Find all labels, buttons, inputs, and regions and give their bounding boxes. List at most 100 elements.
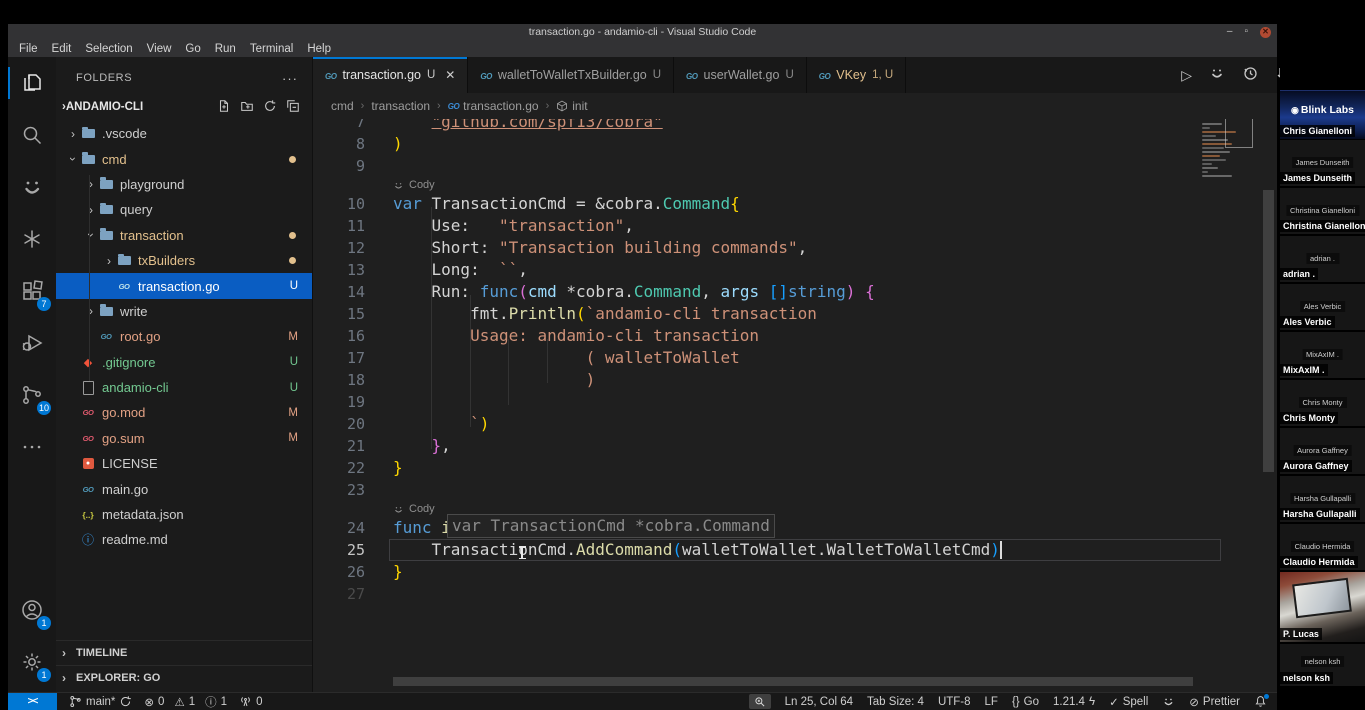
extensions-icon[interactable]: 7 xyxy=(8,265,56,317)
tab-transaction.go[interactable]: GOtransaction.goU✕ xyxy=(313,57,468,93)
code-line[interactable]: 14 Run: func(cmd *cobra.Command, args []… xyxy=(313,281,1277,303)
tree-item-write[interactable]: ›write xyxy=(56,299,312,324)
breadcrumb-item-cmd[interactable]: cmd xyxy=(331,99,354,113)
participant-tile-6[interactable]: MixAxIM .MixAxIM . xyxy=(1280,332,1365,378)
maximize-button[interactable]: ▫ xyxy=(1244,24,1248,40)
tree-item-transaction-go[interactable]: GOtransaction.goU xyxy=(56,273,312,298)
accounts-icon[interactable]: 1 xyxy=(8,584,56,636)
project-section-header[interactable]: › ANDAMIO-CLI xyxy=(56,93,312,121)
code-line[interactable]: 8) xyxy=(313,133,1277,155)
settings-gear-icon[interactable]: 1 xyxy=(8,636,56,688)
menu-item-view[interactable]: View xyxy=(140,43,179,55)
tree-item-andamio-cli[interactable]: andamio-cliU xyxy=(56,375,312,400)
participant-tile-10[interactable]: Claudio HermidaClaudio Hermida xyxy=(1280,524,1365,570)
source-control-graph-icon[interactable]: 10 xyxy=(8,369,56,421)
asterisk-icon[interactable] xyxy=(8,213,56,265)
code-line[interactable]: 17 ( walletToWallet xyxy=(313,347,1277,369)
tree-item-playground[interactable]: ›playground xyxy=(56,172,312,197)
run-file-icon[interactable]: ▷ xyxy=(1181,67,1192,84)
code-line[interactable]: 7 "github.com/spf13/cobra" xyxy=(313,119,1277,133)
new-file-icon[interactable] xyxy=(217,99,231,116)
code-line[interactable]: 20 `) xyxy=(313,413,1277,435)
code-line[interactable]: 22} xyxy=(313,457,1277,479)
participant-tile-11[interactable]: P. Lucas xyxy=(1280,572,1365,642)
cody-icon[interactable] xyxy=(8,161,56,213)
menu-item-terminal[interactable]: Terminal xyxy=(243,43,300,55)
cody-status-icon[interactable] xyxy=(1162,695,1175,708)
timeline-history-icon[interactable] xyxy=(1242,65,1258,86)
code-line[interactable]: 13 Long: ``, xyxy=(313,259,1277,281)
tree-item-metadata-json[interactable]: {..}metadata.json xyxy=(56,502,312,527)
problems-indicator[interactable]: ⊗0 ⚠1 ⓘ1 xyxy=(144,694,227,710)
tab-wallettowallettxbuilder.go[interactable]: GOwalletToWalletTxBuilder.goU xyxy=(468,57,674,93)
tree-item-txbuilders[interactable]: ›txBuilders xyxy=(56,248,312,273)
refresh-icon[interactable] xyxy=(263,99,277,116)
code-line[interactable]: 21 }, xyxy=(313,435,1277,457)
horizontal-scrollbar[interactable] xyxy=(393,677,1193,686)
participant-tile-5[interactable]: Ales VerbicAles Verbic xyxy=(1280,284,1365,330)
notifications-bell-icon[interactable] xyxy=(1254,695,1267,708)
cody-commands-icon[interactable] xyxy=(1209,65,1225,86)
run-debug-icon[interactable] xyxy=(8,317,56,369)
breadcrumb-item-init[interactable]: init xyxy=(556,99,587,113)
breadcrumb-item-transaction[interactable]: transaction xyxy=(371,99,430,113)
tree-item-license[interactable]: ●LICENSE xyxy=(56,451,312,476)
menu-item-go[interactable]: Go xyxy=(178,43,207,55)
participant-tile-12[interactable]: nelson kshnelson ksh xyxy=(1280,644,1365,686)
tree-item--vscode[interactable]: ›.vscode xyxy=(56,121,312,146)
eol[interactable]: LF xyxy=(985,696,998,708)
participant-tile-2[interactable]: James DunseithJames Dunseith xyxy=(1280,140,1365,186)
spell-checker[interactable]: ✓Spell xyxy=(1109,695,1148,709)
tree-item--gitignore[interactable]: ◆.gitignoreU xyxy=(56,350,312,375)
code-editor[interactable]: 7 "github.com/spf13/cobra"8)9Cody10var T… xyxy=(313,119,1277,692)
encoding[interactable]: UTF-8 xyxy=(938,696,971,708)
participant-tile-8[interactable]: Aurora GaffneyAurora Gaffney xyxy=(1280,428,1365,474)
close-button[interactable]: ✕ xyxy=(1260,27,1271,38)
tab-userwallet.go[interactable]: GOuserWallet.goU xyxy=(674,57,807,93)
tab-size[interactable]: Tab Size: 4 xyxy=(867,696,924,708)
go-version[interactable]: 1.21.4ϟ xyxy=(1053,696,1095,708)
tree-item-root-go[interactable]: GOroot.goM xyxy=(56,324,312,349)
tree-item-transaction[interactable]: ›transaction xyxy=(56,223,312,248)
code-line[interactable]: 23 xyxy=(313,479,1277,501)
tree-item-main-go[interactable]: GOmain.go xyxy=(56,476,312,501)
code-line[interactable]: 26} xyxy=(313,561,1277,583)
code-line[interactable]: 25 TransactionCmd.AddCommand(walletToWal… xyxy=(313,539,1277,561)
sidebar-more-icon[interactable]: ··· xyxy=(282,71,298,86)
participant-tile-9[interactable]: Harsha GullapalliHarsha Gullapalli xyxy=(1280,476,1365,522)
cody-codelens[interactable]: Cody xyxy=(393,177,435,193)
tree-item-go-sum[interactable]: GOgo.sumM xyxy=(56,426,312,451)
minimap-slider[interactable] xyxy=(1225,119,1253,148)
close-icon[interactable]: ✕ xyxy=(445,68,455,82)
menu-item-file[interactable]: File xyxy=(12,43,45,55)
code-line[interactable]: 18 ) xyxy=(313,369,1277,391)
code-line[interactable]: 12 Short: "Transaction building commands… xyxy=(313,237,1277,259)
vertical-scrollbar[interactable] xyxy=(1263,190,1274,472)
minimize-button[interactable]: – xyxy=(1227,24,1233,40)
remote-indicator[interactable]: >< xyxy=(8,693,57,710)
search-icon[interactable] xyxy=(8,109,56,161)
explorer-icon[interactable] xyxy=(8,57,56,109)
tree-item-cmd[interactable]: ›cmd xyxy=(56,146,312,171)
code-line[interactable]: 10var TransactionCmd = &cobra.Command{ xyxy=(313,193,1277,215)
code-line[interactable]: 11 Use: "transaction", xyxy=(313,215,1277,237)
tree-item-readme-md[interactable]: ⓘreadme.md xyxy=(56,527,312,552)
menu-item-run[interactable]: Run xyxy=(208,43,243,55)
code-line[interactable]: 27 xyxy=(313,583,1277,605)
code-line[interactable]: 16 Usage: andamio-cli transaction xyxy=(313,325,1277,347)
participant-tile-4[interactable]: adrian .adrian . xyxy=(1280,236,1365,282)
tree-item-go-mod[interactable]: GOgo.modM xyxy=(56,400,312,425)
ports-indicator[interactable]: 0 xyxy=(239,695,262,708)
participant-tile-7[interactable]: Chris MontyChris Monty xyxy=(1280,380,1365,426)
collapse-all-icon[interactable] xyxy=(286,99,300,116)
menu-item-help[interactable]: Help xyxy=(300,43,338,55)
git-branch[interactable]: main* xyxy=(69,695,132,708)
participant-tile-1[interactable]: ◉Blink LabsChris Gianelloni xyxy=(1280,90,1365,139)
menu-item-edit[interactable]: Edit xyxy=(45,43,79,55)
more-actions-icon[interactable] xyxy=(8,421,56,473)
breadcrumb-item-transaction.go[interactable]: GOtransaction.go xyxy=(448,99,539,113)
language-mode[interactable]: {} Go xyxy=(1012,696,1039,708)
code-line[interactable]: 19 xyxy=(313,391,1277,413)
code-line[interactable]: 9 xyxy=(313,155,1277,177)
code-line[interactable]: 15 fmt.Println(`andamio-cli transaction xyxy=(313,303,1277,325)
